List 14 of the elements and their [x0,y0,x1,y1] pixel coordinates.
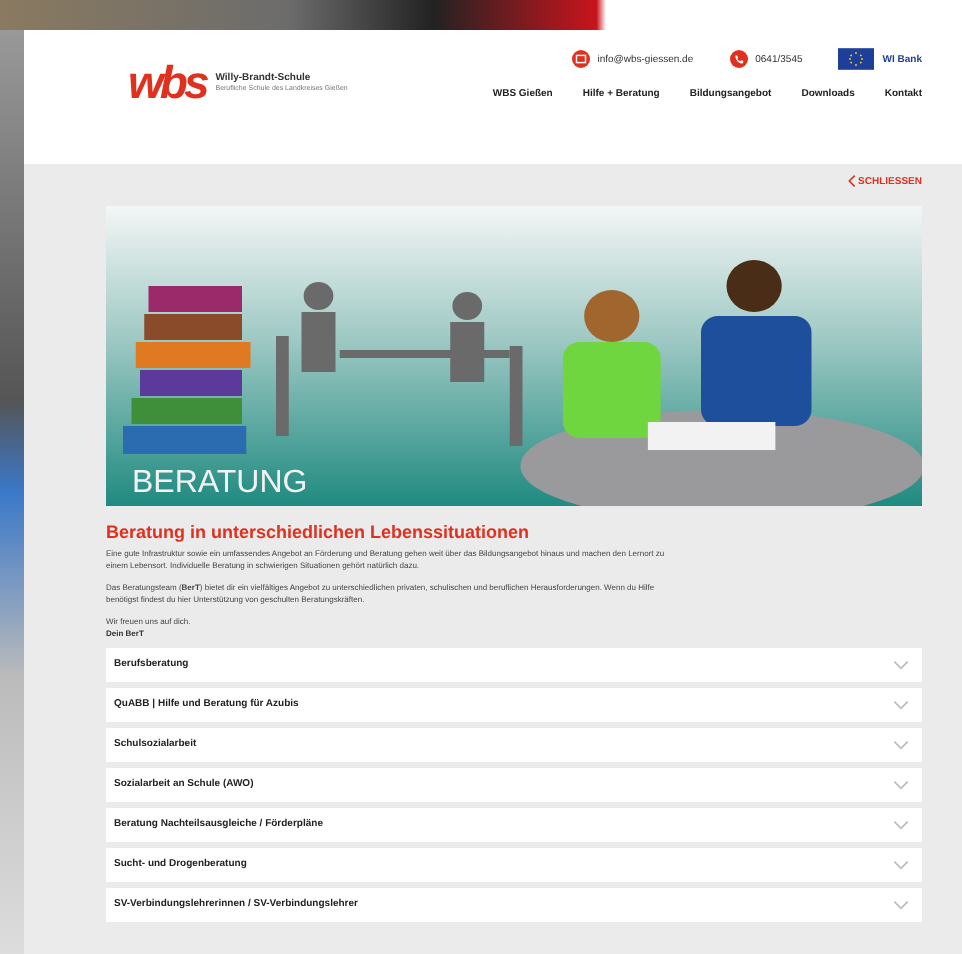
chevron-down-icon [892,779,910,789]
chevron-down-icon [892,659,910,669]
eu-flag-icon [838,48,875,70]
chevron-down-icon [892,859,910,869]
chevron-down-icon [892,699,910,709]
chevron-left-icon [848,174,857,188]
logo[interactable]: wbs [128,55,206,109]
section-heading: Beratung in unterschiedlichen Lebenssituationen [106,522,532,542]
chevron-down-icon [892,819,910,829]
chevron-down-icon [892,899,910,909]
phone-icon [729,50,748,68]
chevron-down-icon [892,739,910,749]
mail-icon [571,50,590,68]
banner-caption: BERATUNG [132,466,308,502]
